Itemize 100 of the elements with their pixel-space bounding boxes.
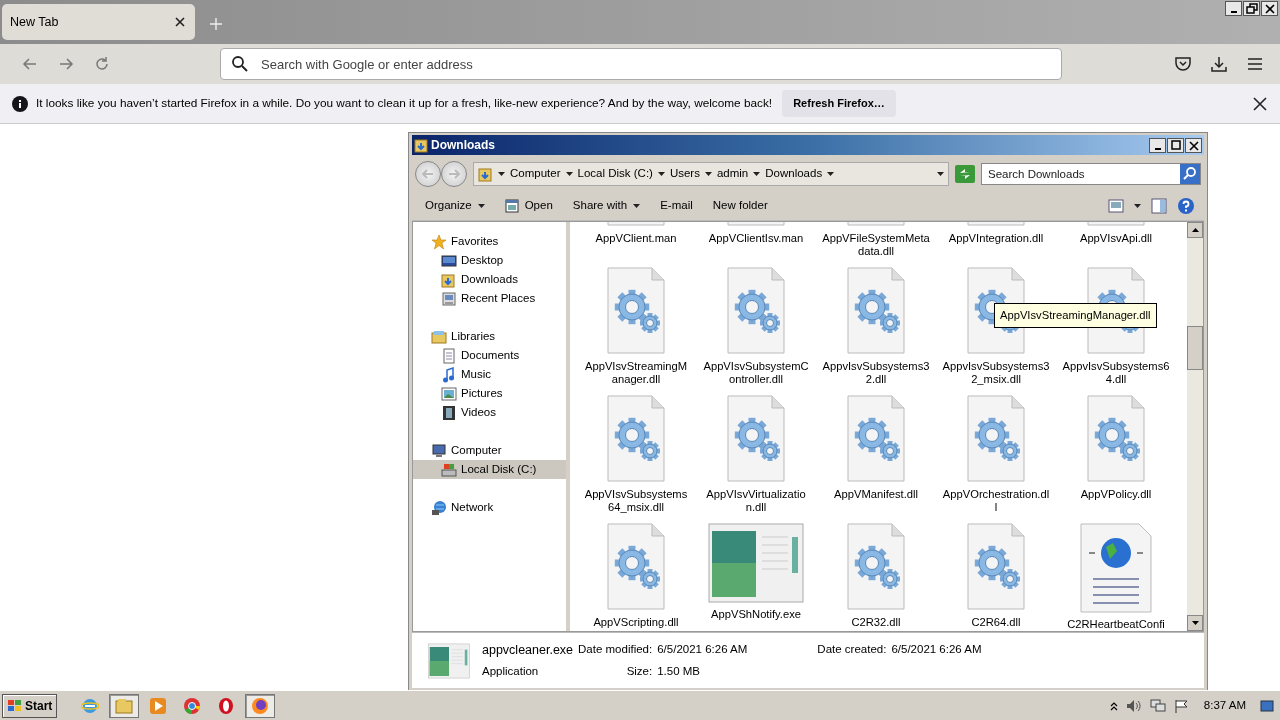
nav-item[interactable]: Desktop <box>413 251 566 270</box>
flag-icon[interactable] <box>1173 698 1190 713</box>
window-title: Downloads <box>431 137 495 154</box>
file-type: Application <box>482 664 540 680</box>
browser-tab[interactable]: New Tab <box>2 4 195 40</box>
chevron-icon[interactable] <box>1109 700 1118 711</box>
caret-icon[interactable] <box>753 172 761 176</box>
show-desktop-icon[interactable] <box>1260 698 1274 713</box>
caret-icon[interactable] <box>633 203 641 208</box>
start-button[interactable]: Start <box>2 693 58 718</box>
close-icon[interactable] <box>173 15 187 29</box>
caret-icon[interactable] <box>565 172 573 176</box>
maximize-button[interactable] <box>1167 137 1184 153</box>
forward-button[interactable] <box>441 161 467 187</box>
gear-file-icon[interactable] <box>846 267 906 355</box>
info-icon <box>12 95 28 112</box>
nav-item[interactable]: Recent Places <box>413 289 566 308</box>
nav-item[interactable]: Libraries <box>413 327 566 346</box>
network-icon[interactable] <box>1149 698 1166 713</box>
close-icon <box>1186 138 1201 152</box>
view-icon[interactable] <box>1108 198 1124 213</box>
preview-pane-icon[interactable] <box>1151 197 1167 214</box>
speaker-icon[interactable] <box>1125 698 1142 713</box>
gear-file-icon[interactable] <box>726 267 786 355</box>
nav-item[interactable]: Music <box>413 365 566 384</box>
caret-icon[interactable] <box>477 203 485 208</box>
nav-item[interactable]: Favorites <box>413 232 566 251</box>
caret-icon[interactable] <box>827 172 835 176</box>
application-icon[interactable] <box>428 642 470 679</box>
toolbar-button[interactable]: Open <box>496 193 561 218</box>
taskbar-button[interactable] <box>245 693 276 718</box>
gear-file-icon[interactable] <box>966 395 1026 483</box>
forward-icon <box>447 168 461 180</box>
caret-icon[interactable] <box>1134 203 1141 208</box>
gear-file-icon[interactable] <box>606 395 666 483</box>
file-name: AppvIsvSubsystems32.dll <box>822 360 930 386</box>
nav-item[interactable]: Computer <box>413 441 566 460</box>
down-arrow-icon[interactable] <box>1191 621 1199 625</box>
window-icon <box>504 198 519 213</box>
breadcrumb-item[interactable]: Computer <box>509 165 562 183</box>
toolbar-button[interactable]: Organize <box>417 193 493 218</box>
toolbar-button[interactable]: New folder <box>704 193 776 218</box>
close-button[interactable] <box>1261 1 1278 16</box>
gear-file-icon[interactable] <box>1086 395 1146 483</box>
scrollbar[interactable] <box>1187 222 1203 631</box>
gear-file-icon[interactable] <box>846 523 906 611</box>
notification-message: It looks like you haven’t started Firefox in a while. Do you want to clean it up for a fresh, like-new experience? And by the way, welcome back! <box>36 94 773 112</box>
taskbar-button[interactable] <box>109 693 140 718</box>
reload-icon[interactable] <box>93 55 111 73</box>
folder-icon <box>414 137 428 153</box>
gear-file-icon[interactable] <box>966 523 1026 611</box>
caret-icon[interactable] <box>937 172 944 176</box>
toolbar-button[interactable]: Share with <box>564 193 649 218</box>
nav-item[interactable]: Pictures <box>413 384 566 403</box>
nav-item[interactable]: Network <box>413 498 566 517</box>
search-icon <box>231 55 249 73</box>
refresh-button[interactable]: Refresh Firefox… <box>782 90 896 117</box>
gear-file-icon[interactable] <box>606 523 666 611</box>
gear-file-icon[interactable] <box>846 395 906 483</box>
breadcrumb-item[interactable]: Downloads <box>764 165 824 183</box>
minimize-button[interactable] <box>1149 137 1166 153</box>
file-name: AppVManifest.dll <box>833 488 919 501</box>
nav-item[interactable]: Documents <box>413 346 566 365</box>
breadcrumb-item[interactable]: Users <box>668 165 701 183</box>
nav-item[interactable]: Downloads <box>413 270 566 289</box>
gear-file-icon[interactable] <box>726 395 786 483</box>
close-icon[interactable] <box>1252 95 1268 112</box>
field-value: 1.50 MB <box>657 664 702 680</box>
search-box[interactable]: Search Downloads <box>981 163 1201 185</box>
up-arrow-icon[interactable] <box>1191 228 1199 232</box>
close-button[interactable] <box>1185 137 1202 153</box>
file-name: AppVIsvSubsystemController.dll <box>702 360 810 386</box>
maximize-icon <box>1168 138 1183 152</box>
minimize-button[interactable] <box>1225 1 1242 16</box>
back-button[interactable] <box>415 161 441 187</box>
download-icon[interactable] <box>1210 55 1228 73</box>
caret-icon[interactable] <box>657 172 665 176</box>
application-icon[interactable] <box>708 523 804 603</box>
search-icon[interactable] <box>1180 164 1200 184</box>
network-icon <box>431 499 447 516</box>
scroll-thumb[interactable] <box>1187 326 1203 370</box>
toolbar-button[interactable]: E-mail <box>652 193 701 218</box>
caret-icon[interactable] <box>498 172 505 176</box>
breadcrumb-item[interactable]: admin <box>715 165 750 183</box>
menu-icon[interactable] <box>1246 55 1264 73</box>
help-icon[interactable] <box>1177 196 1195 215</box>
gear-file-icon[interactable] <box>606 267 666 355</box>
field-label: Date modified: <box>578 642 653 658</box>
file-name: AppVPolicy.dll <box>1079 488 1153 501</box>
web-file-icon[interactable] <box>1079 523 1153 613</box>
address-bar[interactable]: Computer Local Disk (C:) Users admin Downloads <box>473 162 949 186</box>
caret-icon[interactable] <box>704 172 712 176</box>
refresh-icon[interactable] <box>955 165 975 183</box>
back-icon <box>421 168 435 180</box>
breadcrumb-item[interactable]: Local Disk (C:) <box>576 165 654 183</box>
nav-item[interactable]: Local Disk (C:) <box>413 460 566 479</box>
file-name: C2R64.dll <box>970 616 1022 629</box>
nav-item[interactable]: Videos <box>413 403 566 422</box>
pocket-icon[interactable] <box>1174 55 1192 73</box>
restore-button[interactable] <box>1243 1 1260 16</box>
